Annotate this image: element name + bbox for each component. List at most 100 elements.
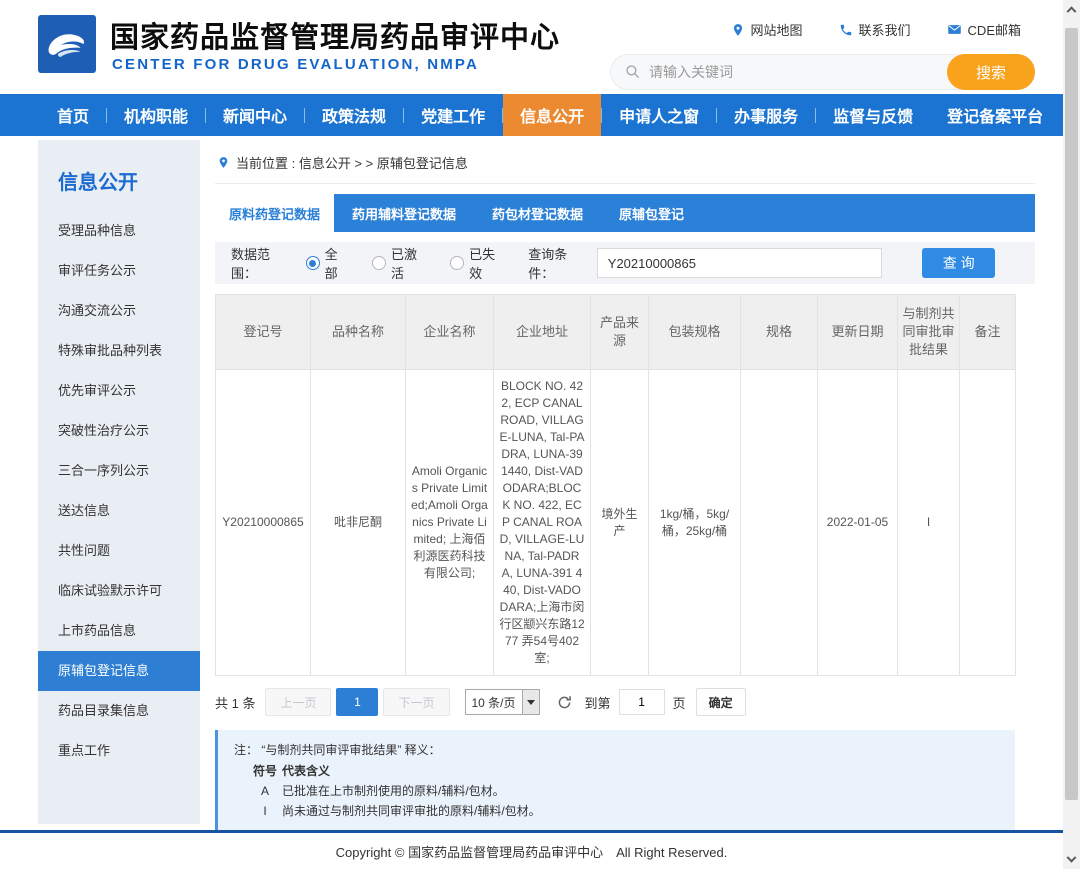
radio-option-activated[interactable]: 已激活: [372, 244, 424, 282]
sidebar-item-communication[interactable]: 沟通交流公示: [38, 291, 200, 331]
note-meaning-header: 代表含义: [282, 761, 330, 781]
nav-item-news[interactable]: 新闻中心: [206, 94, 304, 136]
nav-item-party[interactable]: 党建工作: [404, 94, 502, 136]
tab-packaging-registration-data[interactable]: 药包材登记数据: [474, 194, 601, 232]
col-spec: 规格: [741, 295, 818, 370]
quick-links: 网站地图 联系我们 CDE邮箱: [731, 20, 1021, 39]
cell-company-address: BLOCK NO. 422, ECP CANAL ROAD, VILLAGE-L…: [494, 370, 591, 676]
breadcrumb-text: 当前位置 : 信息公开 > > 原辅包登记信息: [236, 153, 468, 172]
query-input[interactable]: [597, 248, 883, 278]
sidebar-item-special-approval[interactable]: 特殊审批品种列表: [38, 331, 200, 371]
pagination: 共 1 条 上一页 1 下一页 10 条/页 到第 页 确定: [215, 688, 1035, 716]
breadcrumb: 当前位置 : 信息公开 > > 原辅包登记信息: [215, 140, 1035, 184]
confirm-button[interactable]: 确定: [696, 688, 746, 716]
cell-joint-review-result: I: [898, 370, 960, 676]
cde-logo: [38, 15, 96, 73]
mail-icon: [947, 22, 962, 37]
prev-page-button[interactable]: 上一页: [265, 688, 331, 716]
cell-reg-no: Y20210000865: [216, 370, 311, 676]
nav-item-supervision[interactable]: 监督与反馈: [816, 94, 930, 136]
col-remark: 备注: [960, 295, 1016, 370]
location-pin-icon: [731, 23, 745, 37]
col-package-spec: 包装规格: [649, 295, 741, 370]
radio-expired-label: 已失效: [469, 244, 502, 282]
mailbox-label: CDE邮箱: [968, 20, 1021, 39]
nav-item-registration-platform[interactable]: 登记备案平台: [930, 94, 1060, 136]
contact-link[interactable]: 联系我们: [839, 20, 911, 39]
cell-origin: 境外生产: [591, 370, 649, 676]
nav-item-services[interactable]: 办事服务: [717, 94, 815, 136]
browser-scrollbar[interactable]: [1063, 0, 1080, 869]
note-symbol-a: A: [248, 781, 282, 801]
refresh-button[interactable]: [556, 694, 573, 711]
query-button[interactable]: 查 询: [922, 248, 995, 278]
radio-activated-icon[interactable]: [372, 256, 386, 270]
scope-radio-group: 全部 已激活 已失效: [306, 244, 529, 282]
nav-item-functions[interactable]: 机构职能: [107, 94, 205, 136]
page: 国家药品监督管理局药品审评中心 CENTER FOR DRUG EVALUATI…: [0, 0, 1080, 869]
registration-table: 登记号 品种名称 企业名称 企业地址 产品来源 包装规格 规格 更新日期 与制剂…: [215, 294, 1016, 676]
sidebar-item-accepted-varieties[interactable]: 受理品种信息: [38, 211, 200, 251]
search-button[interactable]: 搜索: [947, 54, 1035, 90]
sitemap-link[interactable]: 网站地图: [731, 20, 803, 39]
radio-option-all[interactable]: 全部: [306, 244, 346, 282]
scrollbar-thumb[interactable]: [1065, 28, 1078, 800]
radio-all-icon[interactable]: [306, 256, 320, 270]
radio-all-label: 全部: [325, 244, 346, 282]
total-count: 共 1 条: [215, 693, 255, 712]
sidebar-item-api-excipient-registration[interactable]: 原辅包登记信息: [38, 651, 200, 691]
note-meaning-a: 已批准在上市制剂使用的原料/辅料/包材。: [282, 781, 505, 801]
cell-package-spec: 1kg/桶，5kg/桶，25kg/桶: [649, 370, 741, 676]
nav-item-home[interactable]: 首页: [40, 94, 106, 136]
sidebar-item-breakthrough-therapy[interactable]: 突破性治疗公示: [38, 411, 200, 451]
col-product-name: 品种名称: [311, 295, 406, 370]
sidebar-item-three-in-one[interactable]: 三合一序列公示: [38, 451, 200, 491]
search-input[interactable]: [649, 64, 899, 80]
chevron-down-icon: [1067, 853, 1077, 863]
page-number-1[interactable]: 1: [336, 688, 378, 716]
tab-excipient-registration-data[interactable]: 药用辅料登记数据: [334, 194, 474, 232]
note-meaning-i: 尚未通过与制剂共同审评审批的原料/辅料/包材。: [282, 801, 541, 821]
query-label: 查询条件：: [528, 244, 589, 282]
cell-company-name: Amoli Organics Private Limited;Amoli Org…: [406, 370, 494, 676]
tab-api-excipient-registration[interactable]: 原辅包登记: [601, 194, 702, 232]
nav-item-info-disclosure[interactable]: 信息公开: [503, 94, 601, 136]
cell-remark: [960, 370, 1016, 676]
sidebar-item-drug-catalog[interactable]: 药品目录集信息: [38, 691, 200, 731]
sidebar-item-common-issues[interactable]: 共性问题: [38, 531, 200, 571]
page-size-value: 10 条/页: [466, 694, 522, 711]
table-row: Y20210000865 吡非尼酮 Amoli Organics Private…: [216, 370, 1016, 676]
sitemap-label: 网站地图: [751, 20, 803, 39]
scroll-down-button[interactable]: [1063, 852, 1080, 869]
nav-item-policy[interactable]: 政策法规: [305, 94, 403, 136]
main-nav: 首页 机构职能 新闻中心 政策法规 党建工作 信息公开 申请人之窗 办事服务 监…: [0, 94, 1063, 136]
radio-activated-label: 已激活: [391, 244, 424, 282]
scope-label: 数据范围：: [231, 244, 292, 282]
goto-page-input[interactable]: [619, 689, 665, 715]
tab-api-registration-data[interactable]: 原料药登记数据: [215, 194, 334, 232]
nav-item-applicant-window[interactable]: 申请人之窗: [602, 94, 716, 136]
filter-bar: 数据范围： 全部 已激活 已失效 查询条件： 查 询: [215, 242, 1035, 284]
radio-option-expired[interactable]: 已失效: [450, 244, 502, 282]
search-icon: [625, 64, 641, 80]
sidebar-item-clinical-trial-license[interactable]: 临床试验默示许可: [38, 571, 200, 611]
location-pin-icon: [217, 156, 230, 169]
cell-product-name: 吡非尼酮: [311, 370, 406, 676]
next-page-button[interactable]: 下一页: [383, 688, 449, 716]
sidebar-title: 信息公开: [38, 140, 200, 211]
sidebar-item-priority-review[interactable]: 优先审评公示: [38, 371, 200, 411]
sidebar-item-delivery-info[interactable]: 送达信息: [38, 491, 200, 531]
phone-icon: [839, 23, 853, 37]
dropdown-arrow-box[interactable]: [522, 690, 539, 714]
radio-expired-icon[interactable]: [450, 256, 464, 270]
mailbox-link[interactable]: CDE邮箱: [947, 20, 1021, 39]
page-size-select[interactable]: 10 条/页: [465, 689, 540, 715]
site-header: 国家药品监督管理局药品审评中心 CENTER FOR DRUG EVALUATI…: [0, 0, 1063, 94]
cell-update-date: 2022-01-05: [818, 370, 898, 676]
copyright-text: Copyright © 国家药品监督管理局药品审评中心 All Right Re…: [336, 842, 728, 861]
swan-logo-icon: [38, 15, 96, 73]
sidebar-item-marketed-drugs[interactable]: 上市药品信息: [38, 611, 200, 651]
sidebar-item-review-tasks[interactable]: 审评任务公示: [38, 251, 200, 291]
sidebar-item-key-work[interactable]: 重点工作: [38, 731, 200, 771]
scroll-up-button[interactable]: [1063, 0, 1080, 17]
